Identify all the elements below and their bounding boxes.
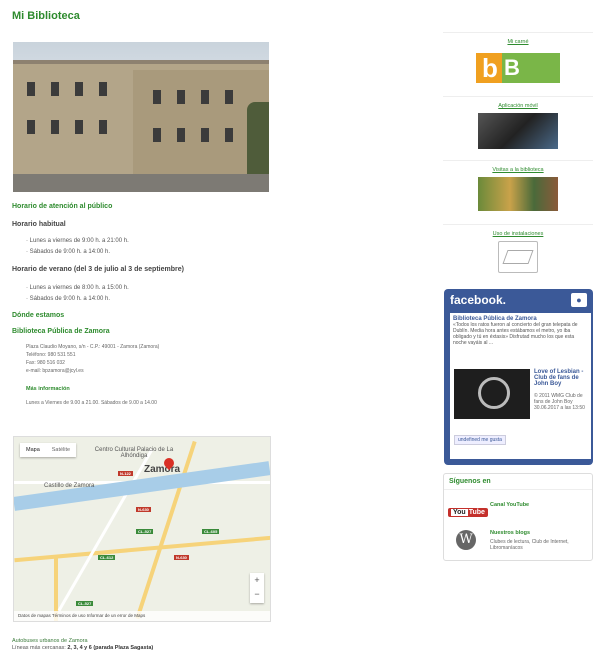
facebook-like-button[interactable]: undefined me gusta: [454, 435, 506, 445]
map-type-tabs: Mapa Satélite: [20, 443, 77, 457]
summer-hours-saturday: · Sábados de 9:00 h. a 14:00 h.: [26, 296, 111, 302]
facebook-post: Biblioteca Pública de Zamora «Todos los …: [450, 313, 591, 459]
facebook-song-title[interactable]: Love of Lesbian - Club de fans de John B…: [534, 369, 591, 387]
road-badge: N-630: [136, 507, 151, 512]
youtube-channel-link[interactable]: Canal YouTube: [490, 502, 529, 508]
youtube-icon[interactable]: You Tube: [448, 508, 488, 517]
map-zoom-control: + −: [250, 573, 264, 603]
visits-image[interactable]: [478, 177, 558, 211]
location-map[interactable]: Mapa Satélite Centro Cultural Palacio de…: [13, 436, 271, 622]
facebook-post-date: 30.06.2017 a las 13:50: [534, 405, 585, 411]
summer-hours-weekdays: · Lunes a viernes de 8:00 h. a 15:00 h.: [26, 285, 129, 291]
blogs-link[interactable]: Nuestros blogs: [490, 530, 530, 536]
location-heading: Dónde estamos: [12, 312, 65, 319]
map-label-castle: Castillo de Zamora: [44, 483, 95, 489]
road-badge: CL-527: [76, 601, 94, 606]
user-icon[interactable]: ●: [571, 293, 587, 307]
library-card-image[interactable]: b B: [476, 49, 560, 85]
road-badge: N-630: [174, 555, 189, 560]
sidebar-carnet[interactable]: Mi carné b B: [443, 32, 593, 92]
library-building-photo: [13, 42, 269, 192]
more-info-link[interactable]: Más información: [26, 386, 70, 392]
wordpress-icon[interactable]: W: [456, 530, 476, 550]
follow-us-title: Síguenos en: [444, 474, 592, 490]
map-footer[interactable]: Datos de mapas Términos de uso Informar …: [14, 611, 270, 621]
summer-hours-title: Horario de verano (del 3 de julio al 3 d…: [12, 266, 184, 273]
more-info-text: Lunes a Viernes de 9.00 a 21.00. Sábados…: [26, 400, 157, 406]
regular-hours-title: Horario habitual: [12, 221, 66, 228]
zoom-out-button[interactable]: −: [250, 587, 264, 601]
library-name: Biblioteca Pública de Zamora: [12, 328, 110, 335]
facebook-song-meta: © 2011 WMG Club de fans de John Boy 30.0…: [534, 393, 591, 411]
sidebar-visits[interactable]: Visitas a la biblioteca: [443, 160, 593, 216]
album-art-image[interactable]: [454, 369, 530, 419]
road-badge: CL-605: [202, 529, 220, 534]
facebook-header: facebook. ●: [444, 289, 593, 311]
visits-link[interactable]: Visitas a la biblioteca: [443, 167, 593, 173]
regular-hours-saturday: · Sábados de 9:00 h. a 14:00 h.: [26, 249, 111, 255]
map-city-label: Zamora: [144, 464, 181, 475]
fax: Fax: 980 516 032: [26, 360, 65, 366]
regular-hours-weekdays: · Lunes a viernes de 9:00 h. a 21:00 h.: [26, 238, 129, 244]
carnet-link[interactable]: Mi carné: [443, 39, 593, 45]
sidebar-app[interactable]: Aplicación móvil: [443, 96, 593, 154]
map-tab-map[interactable]: Mapa: [20, 443, 46, 457]
bus-lines: Líneas más cercanas: 2, 3, 4 y 6 (parada…: [12, 645, 153, 651]
page-title: Mi Biblioteca: [12, 10, 80, 22]
road-badge: CL-612: [98, 555, 116, 560]
hours-heading: Horario de atención al público: [12, 203, 113, 210]
email[interactable]: e-mail: bpzamora@jcyl.es: [26, 367, 84, 375]
youtube-logo-text: You: [451, 509, 468, 516]
address: Plaza Claudio Moyano, s/n - C.P.: 49001 …: [26, 344, 160, 350]
phone: Teléfono: 980 531 551: [26, 352, 76, 358]
facebook-song-copyright: © 2011 WMG Club de fans de John Boy: [534, 393, 583, 405]
bus-lines-value: 2, 3, 4 y 6 (parada Plaza Sagasta): [67, 645, 154, 651]
facebook-widget[interactable]: facebook. ● Biblioteca Pública de Zamora…: [444, 289, 593, 465]
map-tab-satellite[interactable]: Satélite: [46, 443, 76, 457]
zoom-in-button[interactable]: +: [250, 573, 264, 587]
road-badge: CL-527: [136, 529, 154, 534]
facebook-post-text: «Todos los ratos fueron al concierto del…: [453, 322, 578, 346]
follow-us-panel: Síguenos en You Tube Canal YouTube W Nues…: [443, 473, 593, 561]
facebook-logo: facebook.: [450, 293, 507, 307]
sidebar-facilities[interactable]: Uso de instalaciones: [443, 224, 593, 284]
facilities-icon[interactable]: [498, 241, 538, 273]
bus-link[interactable]: Autobuses urbanos de Zamora: [12, 638, 88, 644]
blogs-description: Clubes de lectura, Club de Internet, Lib…: [490, 539, 569, 551]
facilities-link[interactable]: Uso de instalaciones: [443, 231, 593, 237]
app-link[interactable]: Aplicación móvil: [443, 103, 593, 109]
road-badge: N-122: [118, 471, 133, 476]
mobile-app-image[interactable]: [478, 113, 558, 149]
bus-lines-label: Líneas más cercanas:: [12, 645, 66, 651]
youtube-logo-text-b: Tube: [468, 509, 485, 516]
